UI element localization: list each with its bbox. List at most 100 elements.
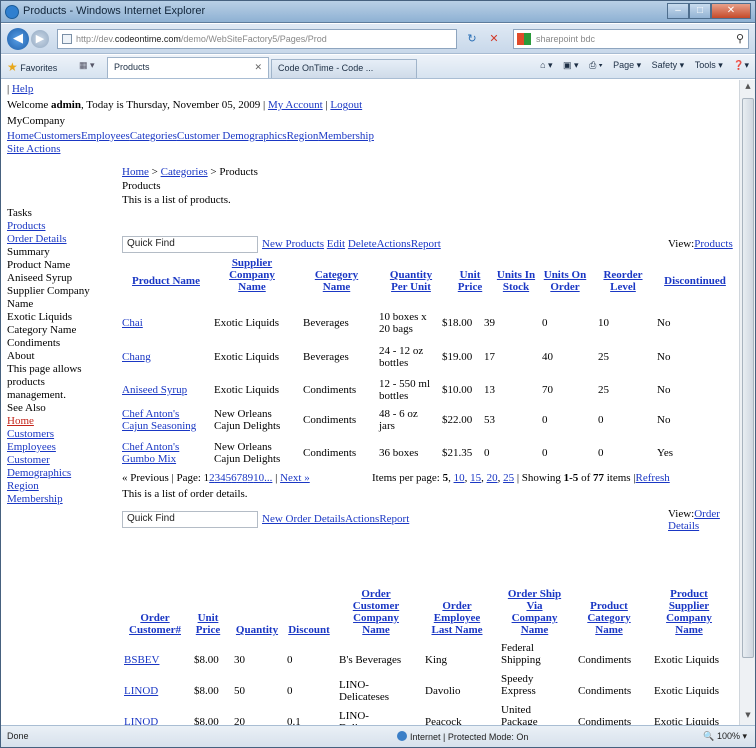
products-column-header[interactable]: Units On Order — [537, 269, 593, 293]
forward-icon[interactable]: ▶ — [31, 30, 49, 48]
menu-region[interactable]: Region — [287, 130, 319, 142]
zoom-level[interactable]: 🔍 100% ▾ — [703, 731, 747, 742]
task-order-details[interactable]: Order Details — [7, 233, 67, 245]
page-more[interactable]: ... — [264, 472, 272, 484]
products-column-header[interactable]: Quantity Per Unit — [372, 269, 450, 293]
see-also-membership[interactable]: Membership — [7, 493, 63, 505]
help-icon[interactable]: ❓▾ — [733, 60, 749, 70]
product-name-cell[interactable]: Aniseed Syrup — [122, 384, 187, 396]
product-name-cell[interactable]: Chef Anton's Cajun Seasoning — [122, 408, 196, 432]
see-also-region[interactable]: Region — [7, 480, 39, 492]
products-column-header[interactable]: Units In Stock — [493, 269, 539, 293]
menu-categories[interactable]: Categories — [130, 130, 177, 142]
tools-menu[interactable]: Tools ▾ — [695, 60, 723, 70]
see-also-home[interactable]: Home — [7, 415, 34, 427]
cell-line[interactable]: Chef Anton's — [122, 408, 196, 420]
tab-code-ontime[interactable]: Code OnTime - Code ... — [271, 59, 417, 78]
see-also-employees[interactable]: Employees — [7, 441, 56, 453]
orders-column-header[interactable]: Product Category Name — [572, 600, 646, 636]
edit-button[interactable]: Edit — [327, 238, 345, 250]
see-also-customers[interactable]: Customers — [7, 428, 54, 440]
orders-column-header[interactable]: Unit Price — [190, 612, 226, 636]
search-input[interactable]: sharepoint bdc ⚲ — [513, 29, 749, 49]
cell-line[interactable]: Chang — [122, 351, 151, 363]
orders-column-header[interactable]: Order Customer Company Name — [335, 588, 417, 636]
orders-column-header[interactable]: Discount — [283, 624, 335, 636]
orders-column-header[interactable]: Order Customer# — [120, 612, 190, 636]
minimize-button[interactable]: – — [667, 3, 689, 19]
pager-next[interactable]: Next » — [280, 472, 310, 484]
product-name-cell[interactable]: Chef Anton's Gumbo Mix — [122, 441, 179, 465]
scroll-down-icon[interactable]: ▼ — [742, 711, 754, 723]
cell-line[interactable]: Cajun Seasoning — [122, 420, 196, 432]
refresh-link[interactable]: Refresh — [636, 472, 670, 484]
menu-home[interactable]: Home — [7, 130, 34, 142]
product-name-cell[interactable]: Chai — [122, 317, 143, 329]
logout-link[interactable]: Logout — [330, 99, 362, 111]
task-products[interactable]: Products — [7, 220, 46, 232]
feeds-icon[interactable]: ▣ ▾ — [563, 60, 579, 70]
products-column-header[interactable]: Product Name — [122, 275, 210, 287]
print-icon[interactable]: ⎙ ▾ — [589, 60, 602, 70]
safety-menu[interactable]: Safety ▾ — [652, 60, 685, 70]
orders-column-header[interactable]: Product Supplier Company Name — [646, 588, 732, 636]
products-quick-find[interactable]: Quick Find — [122, 236, 258, 253]
orders-column-header[interactable]: Order Ship Via Company Name — [497, 588, 572, 636]
new-products-button[interactable]: New Products — [262, 238, 324, 250]
orders-column-header[interactable]: Quantity — [232, 624, 282, 636]
report-button[interactable]: Report — [411, 238, 441, 250]
products-column-header[interactable]: Discontinued — [653, 275, 737, 287]
cell-line[interactable]: Chef Anton's — [122, 441, 179, 453]
maximize-button[interactable]: □ — [689, 3, 711, 19]
back-icon[interactable]: ◀ — [7, 28, 29, 50]
url-input[interactable]: http://dev.codeontime.com/demo/WebSiteFa… — [57, 29, 457, 49]
menu-customer-demographics[interactable]: Customer Demographics — [177, 130, 287, 142]
vertical-scrollbar[interactable]: ▲ ▼ — [739, 80, 755, 725]
search-icon[interactable]: ⚲ — [736, 30, 744, 48]
product-name-cell[interactable]: Chang — [122, 351, 151, 363]
products-column-header[interactable]: Unit Price — [447, 269, 493, 293]
menu-employees[interactable]: Employees — [81, 130, 130, 142]
close-button[interactable]: ✕ — [711, 3, 751, 19]
products-column-header[interactable]: Category Name — [299, 269, 374, 293]
scroll-thumb[interactable] — [742, 98, 754, 658]
refresh-icon[interactable]: ↻ — [463, 30, 481, 48]
tab-close-icon[interactable]: ✕ — [254, 62, 262, 73]
tab-products[interactable]: Products ✕ — [107, 57, 269, 78]
cell-line[interactable]: Aniseed Syrup — [122, 384, 187, 396]
home-icon[interactable]: ⌂ ▾ — [540, 60, 552, 70]
per-page-10[interactable]: 10 — [454, 472, 465, 484]
menu-customers[interactable]: Customers — [34, 130, 81, 142]
orders-report-button[interactable]: Report — [379, 513, 409, 525]
products-column-header[interactable]: Supplier Company Name — [207, 257, 297, 293]
breadcrumb-home[interactable]: Home — [122, 166, 149, 178]
my-account-link[interactable]: My Account — [268, 99, 323, 111]
products-column-header[interactable]: Reorder Level — [594, 269, 652, 293]
pager-previous[interactable]: « Previous — [122, 472, 169, 484]
page-10[interactable]: 10 — [253, 472, 264, 484]
quick-tabs-icon[interactable]: ▦ ▾ — [79, 60, 95, 71]
site-actions-link[interactable]: Site Actions — [7, 143, 60, 155]
new-order-details-button[interactable]: New Order Details — [262, 513, 345, 525]
orders-quick-find[interactable]: Quick Find — [122, 511, 258, 528]
per-page-15[interactable]: 15 — [470, 472, 481, 484]
delete-button[interactable]: Delete — [348, 238, 377, 250]
see-also-demographics[interactable]: Demographics — [7, 467, 71, 479]
orders-actions-button[interactable]: Actions — [345, 513, 379, 525]
per-page-20[interactable]: 20 — [487, 472, 498, 484]
orders-column-header[interactable]: Order Employee Last Name — [417, 600, 497, 636]
scroll-up-icon[interactable]: ▲ — [742, 82, 754, 94]
actions-button[interactable]: Actions — [377, 238, 411, 250]
see-also-customer[interactable]: Customer — [7, 454, 50, 466]
favorites-button[interactable]: ★ Favorites — [7, 60, 57, 74]
breadcrumb-categories[interactable]: Categories — [161, 166, 208, 178]
view-products-link[interactable]: Products — [694, 238, 733, 250]
cell-line[interactable]: Chai — [122, 317, 143, 329]
order-customer-link[interactable]: BSBEV — [124, 654, 159, 666]
cell-line[interactable]: Gumbo Mix — [122, 453, 179, 465]
order-customer-link[interactable]: LINOD — [124, 716, 158, 725]
menu-membership[interactable]: Membership — [318, 130, 374, 142]
page-menu[interactable]: Page ▾ — [613, 60, 641, 70]
order-customer-link[interactable]: LINOD — [124, 685, 158, 697]
stop-icon[interactable]: ✕ — [485, 30, 503, 48]
